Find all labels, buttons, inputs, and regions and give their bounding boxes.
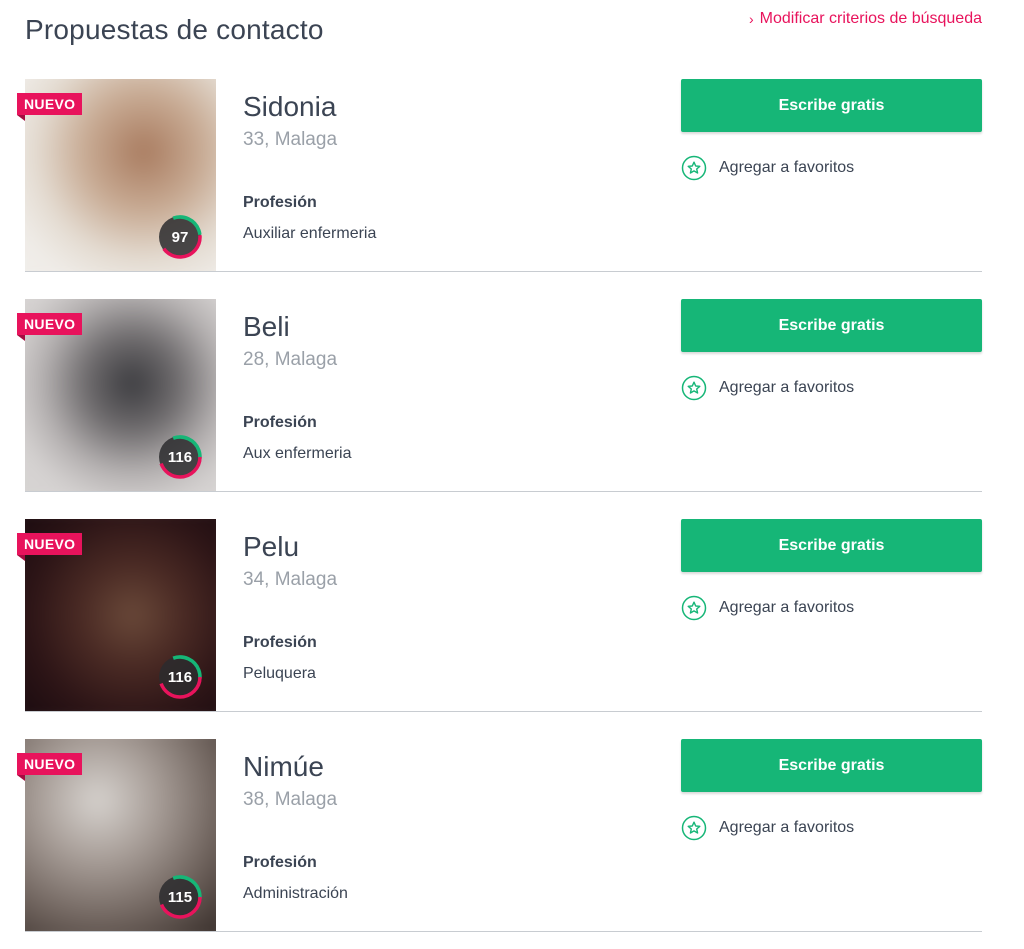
star-icon: [681, 595, 707, 621]
compatibility-score: 116: [156, 433, 204, 481]
add-favorite-label: Agregar a favoritos: [719, 599, 855, 616]
write-free-button[interactable]: Escribe gratis: [681, 79, 982, 132]
page-title: Propuestas de contacto: [25, 14, 324, 45]
modify-search-label: Modificar criterios de búsqueda: [759, 10, 982, 27]
profile-name[interactable]: Beli: [243, 311, 290, 343]
star-icon: [681, 155, 707, 181]
compatibility-score: 97: [156, 213, 204, 261]
profession-value: Peluquera: [243, 665, 316, 682]
profile-age-city: 33, Malaga: [243, 129, 338, 150]
score-value: 115: [167, 888, 193, 906]
profile-name[interactable]: Sidonia: [243, 91, 336, 123]
add-favorite-label: Agregar a favoritos: [719, 379, 855, 396]
new-badge: NUEVO: [17, 753, 83, 781]
write-free-button[interactable]: Escribe gratis: [681, 299, 982, 352]
compatibility-score: 116: [156, 653, 204, 701]
profession-value: Administración: [243, 885, 348, 902]
profile-card: NUEVO 116 Beli 28, Malaga Profesión Aux …: [17, 299, 982, 492]
new-badge: NUEVO: [17, 533, 83, 561]
star-icon: [681, 815, 707, 841]
add-favorite-button[interactable]: Agregar a favoritos: [681, 815, 854, 841]
profile-card: NUEVO 116 Pelu 34, Malaga Profesión Pelu…: [17, 519, 982, 712]
profile-card: NUEVO 115 Nimúe 38, Malaga Profesión Adm…: [17, 739, 982, 932]
new-badge: NUEVO: [17, 313, 83, 341]
add-favorite-label: Agregar a favoritos: [719, 159, 855, 176]
profile-age-city: 38, Malaga: [243, 789, 338, 810]
new-badge: NUEVO: [17, 93, 83, 121]
profession-label: Profesión: [243, 194, 317, 211]
profile-name[interactable]: Pelu: [243, 531, 299, 563]
profession-value: Aux enfermeria: [243, 445, 352, 462]
add-favorite-button[interactable]: Agregar a favoritos: [681, 375, 854, 401]
profession-label: Profesión: [243, 854, 317, 871]
profile-age-city: 34, Malaga: [243, 569, 338, 590]
compatibility-score: 115: [156, 873, 204, 921]
profile-card: NUEVO 97 Sidonia 33, Malaga Profesión Au…: [17, 79, 982, 272]
profession-label: Profesión: [243, 634, 317, 651]
add-favorite-button[interactable]: Agregar a favoritos: [681, 155, 854, 181]
modify-search-link[interactable]: › Modificar criterios de búsqueda: [749, 10, 982, 28]
star-icon: [681, 375, 707, 401]
profile-age-city: 28, Malaga: [243, 349, 338, 370]
score-value: 116: [167, 448, 193, 466]
write-free-button[interactable]: Escribe gratis: [681, 519, 982, 572]
add-favorite-button[interactable]: Agregar a favoritos: [681, 595, 854, 621]
score-value: 116: [167, 668, 193, 686]
profession-value: Auxiliar enfermeria: [243, 225, 377, 242]
write-free-button[interactable]: Escribe gratis: [681, 739, 982, 792]
profession-label: Profesión: [243, 414, 317, 431]
profile-name[interactable]: Nimúe: [243, 751, 324, 783]
add-favorite-label: Agregar a favoritos: [719, 819, 855, 836]
chevron-right-icon: ›: [748, 11, 754, 27]
score-value: 97: [171, 228, 189, 246]
